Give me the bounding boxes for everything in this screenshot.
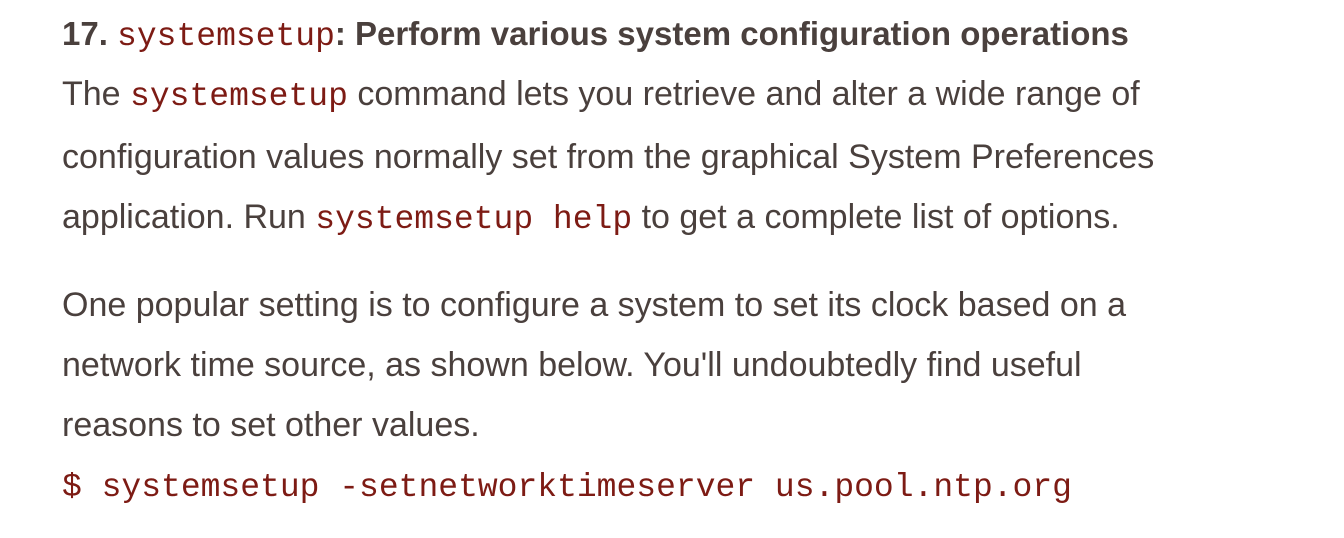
intro-line-1: The systemsetup command lets you retriev… [62, 64, 1154, 127]
intro-text: to get a complete list of options. [632, 198, 1120, 236]
inline-code-systemsetup: systemsetup [130, 78, 348, 115]
intro-text: The [62, 75, 131, 113]
detail-line-3: reasons to set other values. [62, 406, 480, 444]
detail-paragraph: One popular setting is to configure a sy… [62, 275, 1126, 455]
detail-line-1: One popular setting is to configure a sy… [62, 286, 1127, 324]
heading-title: : Perform various system configuration o… [334, 15, 1129, 52]
intro-line-2: configuration values normally set from t… [62, 138, 1155, 176]
heading-command-code: systemsetup [117, 18, 335, 55]
intro-text: command lets you retrieve and alter a wi… [347, 75, 1140, 113]
intro-line-3: application. Run systemsetup help to get… [62, 187, 1154, 250]
intro-text: application. Run [62, 198, 316, 236]
section-heading: 17. systemsetup: Perform various system … [62, 12, 1129, 59]
command-code-block: $ systemsetup -setnetworktimeserver us.p… [62, 469, 1072, 506]
inline-code-help: systemsetup help [315, 201, 633, 238]
heading-number: 17. [62, 15, 118, 52]
intro-paragraph: The systemsetup command lets you retriev… [62, 64, 1154, 250]
detail-line-2: network time source, as shown below. You… [62, 346, 1082, 384]
